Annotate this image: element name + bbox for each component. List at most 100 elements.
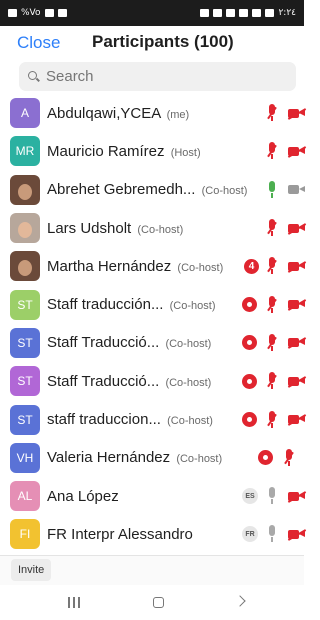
participant-role: (Host) — [170, 146, 201, 159]
avatar: A — [10, 98, 40, 129]
unread-count-badge: 4 — [244, 258, 259, 274]
participant-role: (Co-host) — [165, 376, 212, 389]
avatar: MR — [10, 136, 40, 167]
avatar-initials: ST — [17, 374, 33, 389]
video-off-icon[interactable] — [288, 108, 306, 119]
participant-name: Martha Hernández — [47, 257, 172, 275]
whatsapp-icon — [265, 9, 275, 17]
recent-apps-icon[interactable] — [68, 597, 80, 608]
video-off-icon[interactable] — [288, 223, 306, 234]
participant-name: Staff Traducció... — [47, 334, 160, 352]
participant-row[interactable]: Lars Udsholt (Co-host) — [0, 209, 306, 247]
avatar-initials: VH — [16, 450, 34, 465]
participant-row[interactable]: Martha Hernández (Co-host) 4 — [0, 247, 306, 285]
notification-icon — [8, 9, 17, 17]
participant-row[interactable]: Abrehet Gebremedh... (Co-host) — [0, 171, 306, 209]
mic-muted-icon[interactable] — [266, 142, 278, 160]
participant-name: Staff Traducció... — [47, 372, 160, 390]
video-off-icon[interactable] — [288, 146, 306, 157]
avatar-initials: FI — [19, 527, 31, 542]
participant-name: Valeria Hernández — [47, 449, 171, 467]
participant-name-block: Abdulqawi,YCEA (me) — [47, 105, 189, 122]
language-badge: ES — [242, 488, 258, 505]
avatar-initials: ST — [17, 412, 33, 427]
search-input[interactable] — [46, 68, 276, 85]
participant-name: Lars Udsholt — [47, 219, 132, 237]
participant-row[interactable]: VH Valeria Hernández (Co-host) — [0, 439, 304, 477]
back-icon[interactable] — [234, 595, 246, 607]
avatar-initials: ST — [17, 297, 33, 312]
search-bar[interactable] — [19, 62, 296, 91]
image-icon — [57, 9, 67, 17]
participant-row[interactable]: FI FR Interpr Alessandro FR — [0, 515, 306, 553]
battery-icon — [200, 9, 210, 17]
mic-muted-icon[interactable] — [266, 333, 278, 352]
video-off-icon[interactable] — [288, 337, 306, 348]
avatar: ST — [10, 327, 40, 358]
participant-name-block: Staff Traducció... (Co-host) — [47, 373, 211, 390]
avatar: ST — [10, 404, 40, 435]
video-off-icon[interactable] — [288, 376, 306, 387]
participant-row[interactable]: A Abdulqawi,YCEA (me) — [0, 94, 306, 132]
mic-muted-icon[interactable] — [266, 372, 278, 390]
mic-muted-icon[interactable] — [266, 104, 278, 122]
mic-icon[interactable] — [266, 525, 278, 543]
chat-icon — [252, 9, 262, 17]
participant-name: Ana López — [47, 487, 119, 505]
participant-role: (Co-host) — [201, 185, 248, 198]
avatar-initials: ST — [17, 335, 33, 350]
participant-name: Staff traducción... — [47, 296, 164, 314]
mic-muted-icon[interactable] — [266, 295, 278, 314]
participant-row[interactable]: ST Staff traducción... (Co-host) — [0, 285, 306, 323]
home-icon[interactable] — [153, 597, 164, 608]
video-off-icon[interactable] — [288, 529, 306, 540]
mic-muted-icon[interactable] — [283, 448, 295, 467]
participant-name-block: Lars Udsholt (Co-host) — [47, 220, 183, 237]
interpreter-icon — [258, 450, 273, 466]
video-on-icon[interactable] — [288, 184, 306, 195]
participant-name-block: Ana López — [47, 488, 119, 505]
avatar-photo — [10, 251, 40, 282]
status-left-text: %Vo — [21, 8, 41, 18]
bell-icon — [239, 9, 249, 17]
avatar-photo — [10, 213, 40, 244]
participant-name-block: Abrehet Gebremedh... (Co-host) — [47, 181, 247, 198]
participant-role: (me) — [166, 108, 190, 121]
participant-name-block: Staff Traducció... (Co-host) — [47, 334, 211, 351]
interpreter-icon — [242, 335, 257, 351]
clock: ۲:۲٤ — [278, 8, 296, 18]
participant-role: (Co-host) — [167, 415, 213, 428]
interpreter-icon — [242, 412, 257, 428]
close-button[interactable]: Close — [17, 33, 60, 53]
participant-name: FR Interpr Alessandro — [47, 525, 193, 543]
video-off-icon[interactable] — [288, 491, 306, 502]
invite-button[interactable]: Invite — [11, 559, 52, 581]
status-bar: %Vo ۲:۲٤ — [0, 0, 304, 26]
participant-name: staff traduccion... — [47, 411, 161, 429]
participant-name: Abdulqawi,YCEA — [47, 104, 161, 122]
mic-on-icon[interactable] — [266, 180, 278, 199]
participant-row[interactable]: ST Staff Traducció... (Co-host) — [0, 324, 306, 362]
participant-role: (Co-host) — [165, 338, 212, 351]
mic-icon[interactable] — [266, 487, 278, 505]
participant-role: (Co-host) — [137, 223, 184, 236]
interpreter-icon — [242, 373, 257, 389]
participant-row[interactable]: ST Staff Traducció... (Co-host) — [0, 362, 306, 400]
participant-row[interactable]: ST staff traduccion... (Co-host) — [0, 400, 306, 438]
avatar-initials: MR — [15, 144, 35, 159]
mic-muted-icon[interactable] — [266, 410, 278, 429]
video-off-icon[interactable] — [288, 261, 306, 272]
participant-name-block: Valeria Hernández (Co-host) — [47, 449, 222, 466]
participant-name: Mauricio Ramírez — [47, 142, 165, 160]
mic-muted-icon[interactable] — [266, 257, 278, 275]
participant-row[interactable]: MR Mauricio Ramírez (Host) — [0, 132, 306, 170]
interpreter-icon — [242, 297, 257, 313]
participant-row[interactable]: AL Ana López ES — [0, 477, 306, 515]
video-off-icon[interactable] — [288, 299, 306, 310]
participant-name: Abrehet Gebremedh... — [47, 181, 196, 199]
avatar: VH — [10, 442, 40, 473]
participant-role: (Co-host) — [177, 261, 224, 274]
avatar: FI — [10, 519, 40, 550]
video-off-icon[interactable] — [288, 414, 306, 425]
mic-muted-icon[interactable] — [266, 219, 278, 237]
